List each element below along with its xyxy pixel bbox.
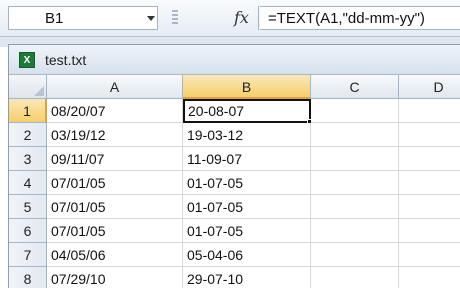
cell-b7[interactable]: 05-04-06: [183, 243, 311, 267]
cell-c6[interactable]: [311, 219, 399, 243]
formula-text: =TEXT(A1,"dd-mm-yy"): [268, 10, 425, 27]
formula-input[interactable]: =TEXT(A1,"dd-mm-yy"): [260, 6, 460, 30]
resize-grip-icon[interactable]: [172, 10, 178, 26]
cell-c4[interactable]: [311, 171, 399, 195]
cell-d3[interactable]: [399, 147, 460, 171]
row-header-5[interactable]: 5: [9, 195, 47, 219]
row-header-2[interactable]: 2: [9, 123, 47, 147]
cell-a8[interactable]: 07/29/10: [47, 267, 183, 288]
cell-b6[interactable]: 01-07-05: [183, 219, 311, 243]
cell-a5[interactable]: 07/01/05: [47, 195, 183, 219]
column-header-c[interactable]: C: [311, 75, 399, 99]
cell-c3[interactable]: [311, 147, 399, 171]
workbook-title: test.txt: [45, 52, 87, 68]
divider: [258, 6, 259, 30]
cell-d7[interactable]: [399, 243, 460, 267]
cell-b4[interactable]: 01-07-05: [183, 171, 311, 195]
cell-c2[interactable]: [311, 123, 399, 147]
cell-a3[interactable]: 09/11/07: [47, 147, 183, 171]
formula-bar: B1 fx =TEXT(A1,"dd-mm-yy"): [0, 0, 460, 37]
workbook-window: X test.txt A B C D 1 08/20/07 20-08-07 2 03/19/1…: [8, 44, 460, 288]
select-all-button[interactable]: [9, 75, 47, 99]
cell-a1[interactable]: 08/20/07: [47, 99, 183, 123]
workbook-titlebar[interactable]: X test.txt: [9, 45, 460, 75]
cell-c7[interactable]: [311, 243, 399, 267]
cell-d5[interactable]: [399, 195, 460, 219]
row-header-4[interactable]: 4: [9, 171, 47, 195]
row-header-3[interactable]: 3: [9, 147, 47, 171]
excel-file-icon: X: [19, 52, 35, 68]
cell-a6[interactable]: 07/01/05: [47, 219, 183, 243]
column-header-b[interactable]: B: [183, 75, 311, 99]
cell-a4[interactable]: 07/01/05: [47, 171, 183, 195]
chevron-down-icon[interactable]: [147, 16, 155, 21]
cell-d8[interactable]: [399, 267, 460, 288]
cell-a7[interactable]: 04/05/06: [47, 243, 183, 267]
row-header-7[interactable]: 7: [9, 243, 47, 267]
cell-d2[interactable]: [399, 123, 460, 147]
row-header-8[interactable]: 8: [9, 267, 47, 288]
select-all-icon: [34, 86, 44, 96]
column-header-a[interactable]: A: [47, 75, 183, 99]
cell-c8[interactable]: [311, 267, 399, 288]
cell-d1[interactable]: [399, 99, 460, 123]
cell-d4[interactable]: [399, 171, 460, 195]
cell-b5[interactable]: 01-07-05: [183, 195, 311, 219]
insert-function-icon[interactable]: fx: [234, 8, 249, 27]
column-header-d[interactable]: D: [399, 75, 460, 99]
cell-b8[interactable]: 29-07-10: [183, 267, 311, 288]
row-header-6[interactable]: 6: [9, 219, 47, 243]
cell-d6[interactable]: [399, 219, 460, 243]
name-box-value: B1: [45, 10, 64, 27]
row-header-1[interactable]: 1: [9, 99, 47, 123]
name-box[interactable]: B1: [8, 6, 158, 30]
cell-c5[interactable]: [311, 195, 399, 219]
cell-c1[interactable]: [311, 99, 399, 123]
cell-b2[interactable]: 19-03-12: [183, 123, 311, 147]
cell-b1[interactable]: 20-08-07: [183, 99, 311, 123]
cell-a2[interactable]: 03/19/12: [47, 123, 183, 147]
cell-b3[interactable]: 11-09-07: [183, 147, 311, 171]
